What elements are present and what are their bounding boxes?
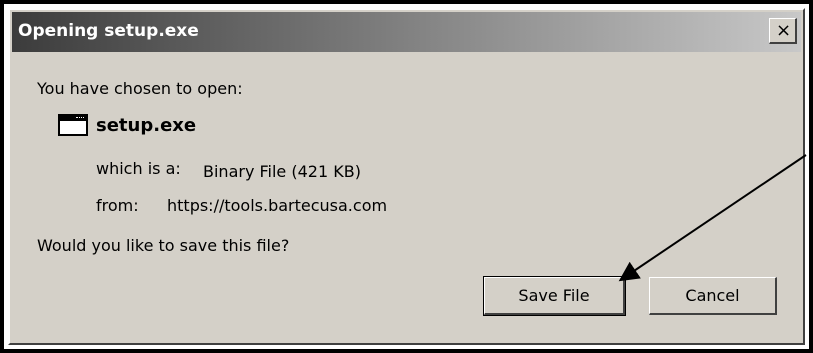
arrow-line [618, 154, 807, 282]
annotation-arrow [618, 154, 807, 282]
